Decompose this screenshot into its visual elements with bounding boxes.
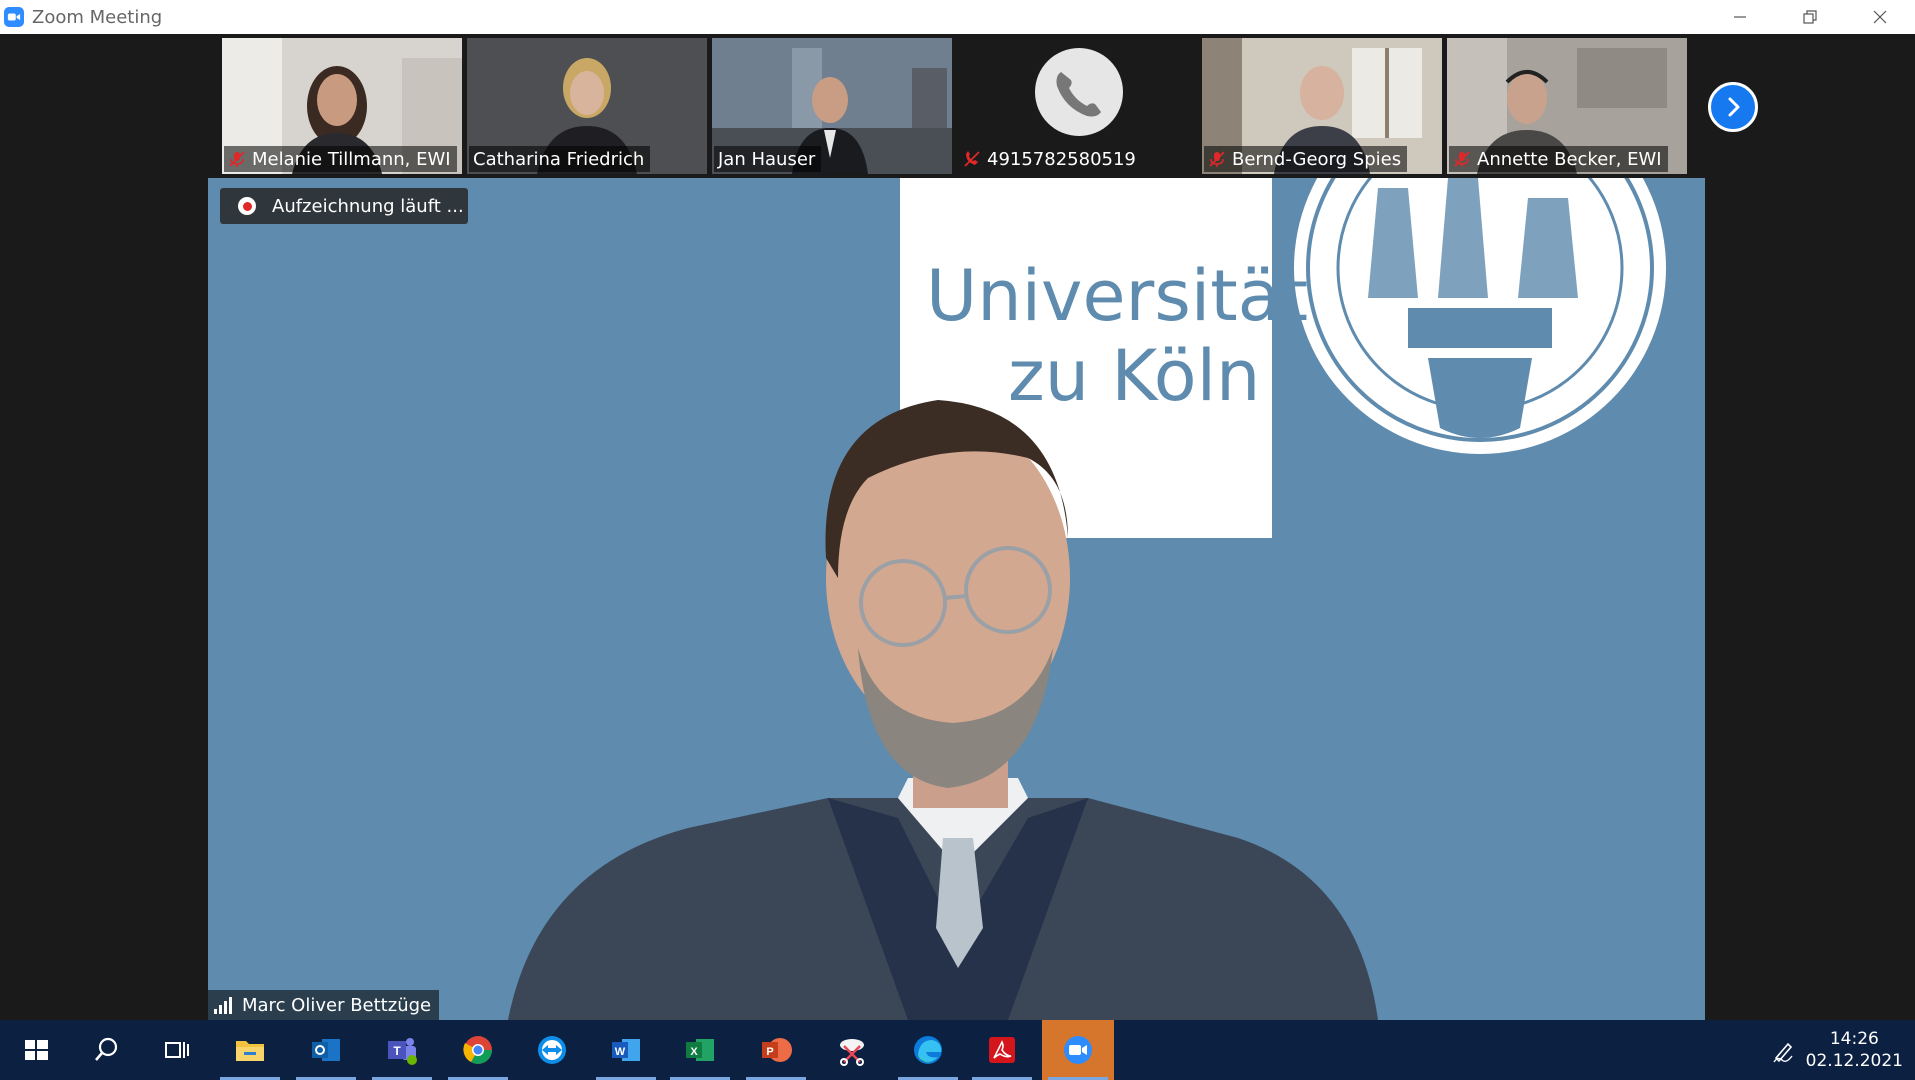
chevron-right-icon bbox=[1728, 97, 1740, 117]
participant-tile[interactable]: Annette Becker, EWI bbox=[1447, 38, 1687, 174]
snipping-icon bbox=[840, 1039, 864, 1066]
active-speaker-label: Marc Oliver Bettzüge bbox=[208, 990, 440, 1020]
system-clock[interactable]: 14:26 02.12.2021 bbox=[1806, 1028, 1903, 1072]
participant-tile[interactable]: Catharina Friedrich bbox=[467, 38, 707, 174]
recording-label: Aufzeichnung läuft ... bbox=[272, 195, 464, 217]
participant-name-label: Bernd-Georg Spies bbox=[1204, 146, 1408, 172]
meeting-view: Melanie Tillmann, EWI Catharina Friedric… bbox=[0, 34, 1915, 1020]
next-page-button[interactable] bbox=[1708, 82, 1758, 132]
participant-name-label: Melanie Tillmann, EWI bbox=[224, 146, 457, 172]
university-name-line2: zu Köln bbox=[1008, 335, 1261, 417]
taskbar-teamviewer[interactable] bbox=[516, 1020, 588, 1080]
zoom-icon bbox=[1064, 1036, 1092, 1064]
participant-tile[interactable]: Jan Hauser bbox=[712, 38, 952, 174]
task-view-button[interactable] bbox=[140, 1020, 212, 1080]
excel-icon: X bbox=[686, 1039, 714, 1061]
pen-ink-icon[interactable] bbox=[1770, 1036, 1798, 1064]
taskbar-word[interactable]: W bbox=[590, 1020, 662, 1080]
restore-icon bbox=[1803, 10, 1817, 24]
title-bar: Zoom Meeting bbox=[0, 0, 1915, 34]
taskbar-powerpoint[interactable]: P bbox=[740, 1020, 812, 1080]
svg-text:X: X bbox=[690, 1046, 698, 1058]
muted-mic-icon bbox=[1209, 151, 1225, 167]
teams-icon: T bbox=[388, 1038, 417, 1065]
task-view-icon bbox=[165, 1042, 189, 1058]
university-wordmark: Universität zu Köln bbox=[926, 255, 1309, 417]
participant-name: Jan Hauser bbox=[718, 148, 816, 170]
record-icon bbox=[238, 197, 256, 215]
active-speaker-name: Marc Oliver Bettzüge bbox=[242, 994, 432, 1016]
word-icon: W bbox=[612, 1039, 640, 1061]
muted-mic-icon bbox=[229, 151, 245, 167]
active-speaker-video: Universität zu Köln Aufzeichnung läuft .… bbox=[208, 178, 1705, 1020]
participant-name: Melanie Tillmann, EWI bbox=[252, 148, 451, 170]
start-button[interactable] bbox=[0, 1020, 72, 1080]
close-button[interactable] bbox=[1845, 0, 1915, 34]
participant-tile[interactable]: Bernd-Georg Spies bbox=[1202, 38, 1442, 174]
teamviewer-icon bbox=[538, 1036, 566, 1064]
zoom-app-icon bbox=[4, 7, 24, 27]
participant-name: Catharina Friedrich bbox=[473, 148, 645, 170]
taskbar-teams[interactable]: T bbox=[366, 1020, 438, 1080]
search-button[interactable] bbox=[70, 1020, 142, 1080]
participant-name-label: 4915782580519 bbox=[959, 146, 1142, 172]
clock-date: 02.12.2021 bbox=[1805, 1051, 1903, 1071]
participant-tile[interactable]: Melanie Tillmann, EWI bbox=[222, 38, 462, 174]
signal-strength-icon bbox=[214, 997, 232, 1014]
taskbar-zoom[interactable] bbox=[1042, 1020, 1114, 1080]
svg-text:T: T bbox=[393, 1044, 401, 1058]
participant-name: Annette Becker, EWI bbox=[1477, 148, 1662, 170]
powerpoint-icon: P bbox=[762, 1038, 792, 1062]
svg-text:P: P bbox=[766, 1046, 773, 1058]
taskbar-acrobat[interactable] bbox=[966, 1020, 1038, 1080]
recording-indicator[interactable]: Aufzeichnung läuft ... bbox=[220, 188, 468, 224]
minimize-icon bbox=[1734, 16, 1746, 18]
file-explorer-icon bbox=[236, 1041, 264, 1061]
edge-icon bbox=[914, 1036, 942, 1064]
participant-name-label: Annette Becker, EWI bbox=[1449, 146, 1668, 172]
window-title: Zoom Meeting bbox=[32, 6, 163, 28]
restore-button[interactable] bbox=[1775, 0, 1845, 34]
participant-name-label: Catharina Friedrich bbox=[469, 146, 651, 172]
taskbar-file-explorer[interactable] bbox=[214, 1020, 286, 1080]
participant-name: 4915782580519 bbox=[987, 148, 1136, 170]
start-icon bbox=[25, 1040, 48, 1060]
university-name-line1: Universität bbox=[926, 255, 1309, 337]
taskbar-edge[interactable] bbox=[892, 1020, 964, 1080]
taskbar-excel[interactable]: X bbox=[664, 1020, 736, 1080]
participant-name-label: Jan Hauser bbox=[714, 146, 822, 172]
minimize-button[interactable] bbox=[1705, 0, 1775, 34]
participant-name: Bernd-Georg Spies bbox=[1232, 148, 1402, 170]
taskbar-snipping-tool[interactable] bbox=[816, 1020, 888, 1080]
outlook-icon bbox=[312, 1039, 340, 1061]
close-icon bbox=[1873, 10, 1887, 24]
participant-tile[interactable]: 4915782580519 bbox=[957, 38, 1197, 174]
taskbar-outlook[interactable] bbox=[290, 1020, 362, 1080]
muted-mic-icon bbox=[1454, 151, 1470, 167]
windows-taskbar: T W X P 14:26 02.12.2021 bbox=[0, 1020, 1915, 1080]
search-icon bbox=[95, 1037, 118, 1061]
clock-time: 14:26 bbox=[1829, 1029, 1879, 1049]
svg-text:W: W bbox=[615, 1046, 626, 1058]
chrome-icon bbox=[463, 1036, 492, 1064]
taskbar-chrome[interactable] bbox=[442, 1020, 514, 1080]
acrobat-icon bbox=[989, 1037, 1015, 1063]
muted-phone-icon bbox=[964, 151, 980, 167]
